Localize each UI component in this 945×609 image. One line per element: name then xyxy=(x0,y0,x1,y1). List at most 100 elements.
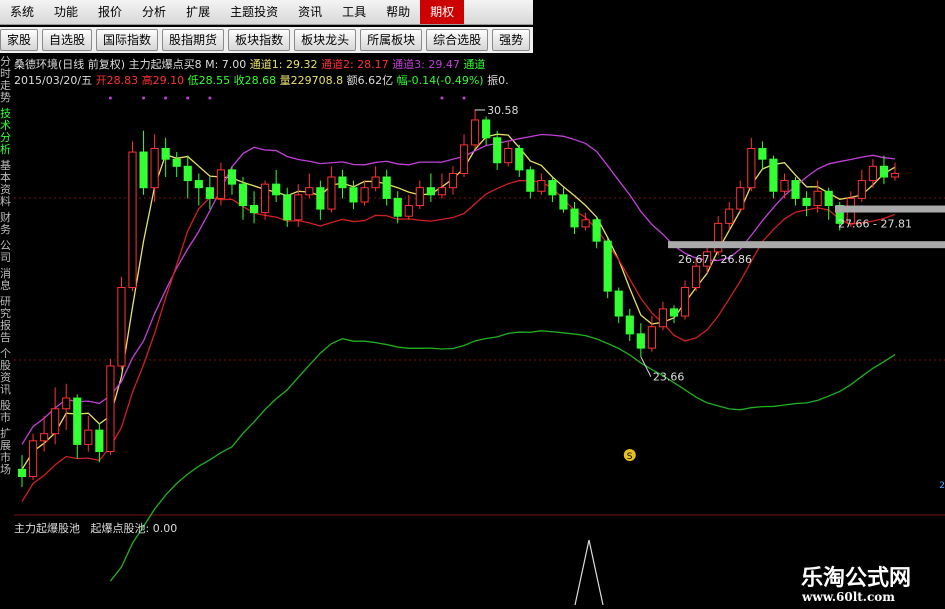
candle-body xyxy=(570,208,579,228)
sub-pane-title: 主力起爆股池 起爆点股池: 0.00 xyxy=(14,520,177,536)
candle-body xyxy=(636,333,645,349)
candle-body xyxy=(581,219,590,228)
high-label: 30.58 xyxy=(487,104,518,117)
candle-body xyxy=(857,180,866,199)
candle-body xyxy=(382,176,391,199)
candle-body xyxy=(51,408,60,435)
candle-body xyxy=(680,287,690,317)
candle-body xyxy=(316,187,325,210)
candle-body xyxy=(305,187,314,196)
candle-body xyxy=(758,147,767,160)
candle-body xyxy=(725,208,734,224)
top-mark-4 xyxy=(208,96,212,100)
candle-body xyxy=(84,429,93,445)
sub-pane-value: 起爆点股池: 0.00 xyxy=(90,522,178,535)
top-mark-5 xyxy=(440,96,444,100)
candle-body xyxy=(548,180,557,196)
candle-body xyxy=(813,190,822,207)
top-mark-1 xyxy=(142,96,146,100)
support-zone-2-label: 26.67 - 26.86 xyxy=(678,253,752,266)
candle-body xyxy=(272,183,281,196)
candle-body xyxy=(868,165,877,182)
candle-body xyxy=(592,219,601,242)
candle-body xyxy=(559,194,568,210)
candle-body xyxy=(117,287,126,367)
candle-body xyxy=(161,147,170,160)
candle-body xyxy=(669,308,679,317)
candle-body xyxy=(371,176,380,189)
candle-body xyxy=(647,326,656,349)
candle-body xyxy=(736,187,745,210)
candle-body xyxy=(603,240,612,292)
candle-body xyxy=(802,197,811,207)
candle-body xyxy=(691,265,701,289)
candle-body xyxy=(415,187,424,207)
ma-green-line xyxy=(109,330,896,582)
candle-body xyxy=(150,147,159,189)
candle-body xyxy=(139,151,148,189)
candle-body xyxy=(73,397,82,445)
candle-body xyxy=(327,176,336,210)
candle-body xyxy=(526,169,535,192)
candle-body xyxy=(515,147,524,171)
sub-pane-name: 主力起爆股池 xyxy=(14,522,80,535)
candle-body xyxy=(183,165,192,182)
low-label: 23.66 xyxy=(653,371,685,384)
candle-body xyxy=(625,315,634,335)
candle-body xyxy=(172,158,181,167)
candle-body xyxy=(614,290,623,317)
candle-body xyxy=(890,172,900,178)
top-mark-6 xyxy=(462,96,466,100)
candle-body xyxy=(227,169,237,185)
watermark-title: 乐淘公式网 xyxy=(800,566,911,591)
candle-body xyxy=(504,147,513,164)
candle-body xyxy=(747,147,756,189)
candle-body xyxy=(459,144,469,174)
candle-body xyxy=(658,308,668,328)
signal-spike xyxy=(574,539,604,606)
candle-body xyxy=(294,194,303,221)
candle-body xyxy=(283,194,292,221)
candle-body xyxy=(238,183,248,207)
candle-body xyxy=(537,180,546,192)
support-zone-1 xyxy=(835,205,945,213)
candle-body xyxy=(216,169,226,199)
candle-body xyxy=(360,187,369,203)
top-mark-3 xyxy=(186,96,190,100)
top-mark-2 xyxy=(164,96,168,100)
candle-body xyxy=(205,187,214,199)
candle-body xyxy=(338,176,347,189)
signal-badge-text: S xyxy=(627,452,633,462)
ma-red-line xyxy=(21,179,896,502)
candle-body xyxy=(17,468,27,477)
candle-body xyxy=(482,119,491,139)
candle-body xyxy=(28,440,38,477)
candle-body xyxy=(62,397,71,410)
support-zone-2 xyxy=(668,241,945,249)
candle-body xyxy=(780,180,789,192)
support-zone-1-label: 27.66 - 27.81 xyxy=(838,218,912,231)
candle-body xyxy=(769,158,778,192)
candle-body xyxy=(879,165,889,178)
candle-body xyxy=(349,187,358,203)
candle-body xyxy=(393,197,402,217)
top-mark-0 xyxy=(108,96,112,100)
candle-body xyxy=(493,137,502,164)
candle-body xyxy=(106,365,115,453)
right-axis-label: 2 xyxy=(939,481,945,491)
candle-body xyxy=(261,183,270,214)
candle-body xyxy=(437,187,447,196)
candle-body xyxy=(40,433,49,442)
candle-body xyxy=(426,187,435,196)
candle-body xyxy=(470,119,480,146)
candle-body xyxy=(128,151,137,289)
kline-chart[interactable]: 30.58 23.66 27.66 - 27.81 26.67 - 26.86 S xyxy=(0,0,945,609)
candle-body xyxy=(791,180,800,199)
candle-body xyxy=(194,180,203,189)
watermark-url: www.60lt.com xyxy=(802,590,895,604)
candle-body xyxy=(249,205,259,214)
candle-body xyxy=(448,172,458,189)
candle-body xyxy=(404,205,413,217)
candle-body xyxy=(824,190,833,207)
candle-body xyxy=(95,429,104,453)
